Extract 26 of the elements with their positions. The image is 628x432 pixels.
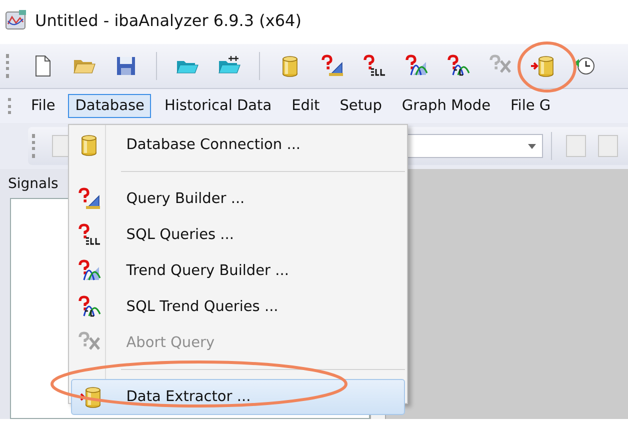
menu-item[interactable]: Edit — [284, 94, 327, 118]
question-chart-icon — [404, 54, 428, 78]
question-wave-icon — [446, 54, 470, 78]
caret-icon — [528, 144, 536, 148]
menu-option[interactable]: SQL Queries ... — [71, 217, 406, 253]
save-icon — [114, 54, 138, 78]
question-list-icon — [77, 223, 102, 247]
menu-option[interactable]: Trend Query Builder ... — [71, 253, 406, 289]
menu-item[interactable]: Setup — [332, 94, 389, 118]
question-wave-icon — [77, 295, 102, 319]
arrow-database-icon — [530, 54, 554, 78]
menu-option[interactable]: Query Builder ... — [71, 181, 406, 217]
menu-item[interactable]: Database — [68, 94, 152, 118]
menu-option[interactable]: Data Extractor ... — [71, 379, 406, 415]
question-ruler-icon — [77, 187, 102, 211]
menu-item[interactable]: Graph Mode — [394, 94, 498, 118]
highlight-ellipse — [516, 40, 578, 94]
menu-item[interactable]: File — [24, 94, 62, 118]
menu-item[interactable]: Historical Data — [157, 94, 279, 118]
question-ruler-icon — [320, 54, 344, 78]
question-list-icon — [362, 54, 386, 78]
window-title: Untitled - ibaAnalyzer 6.9.3 (x64) — [35, 10, 302, 30]
menu-item[interactable]: File G — [504, 94, 558, 118]
menu-option[interactable]: SQL Trend Queries ... — [71, 289, 406, 325]
app-icon — [5, 9, 27, 31]
question-chart-icon — [77, 259, 102, 283]
